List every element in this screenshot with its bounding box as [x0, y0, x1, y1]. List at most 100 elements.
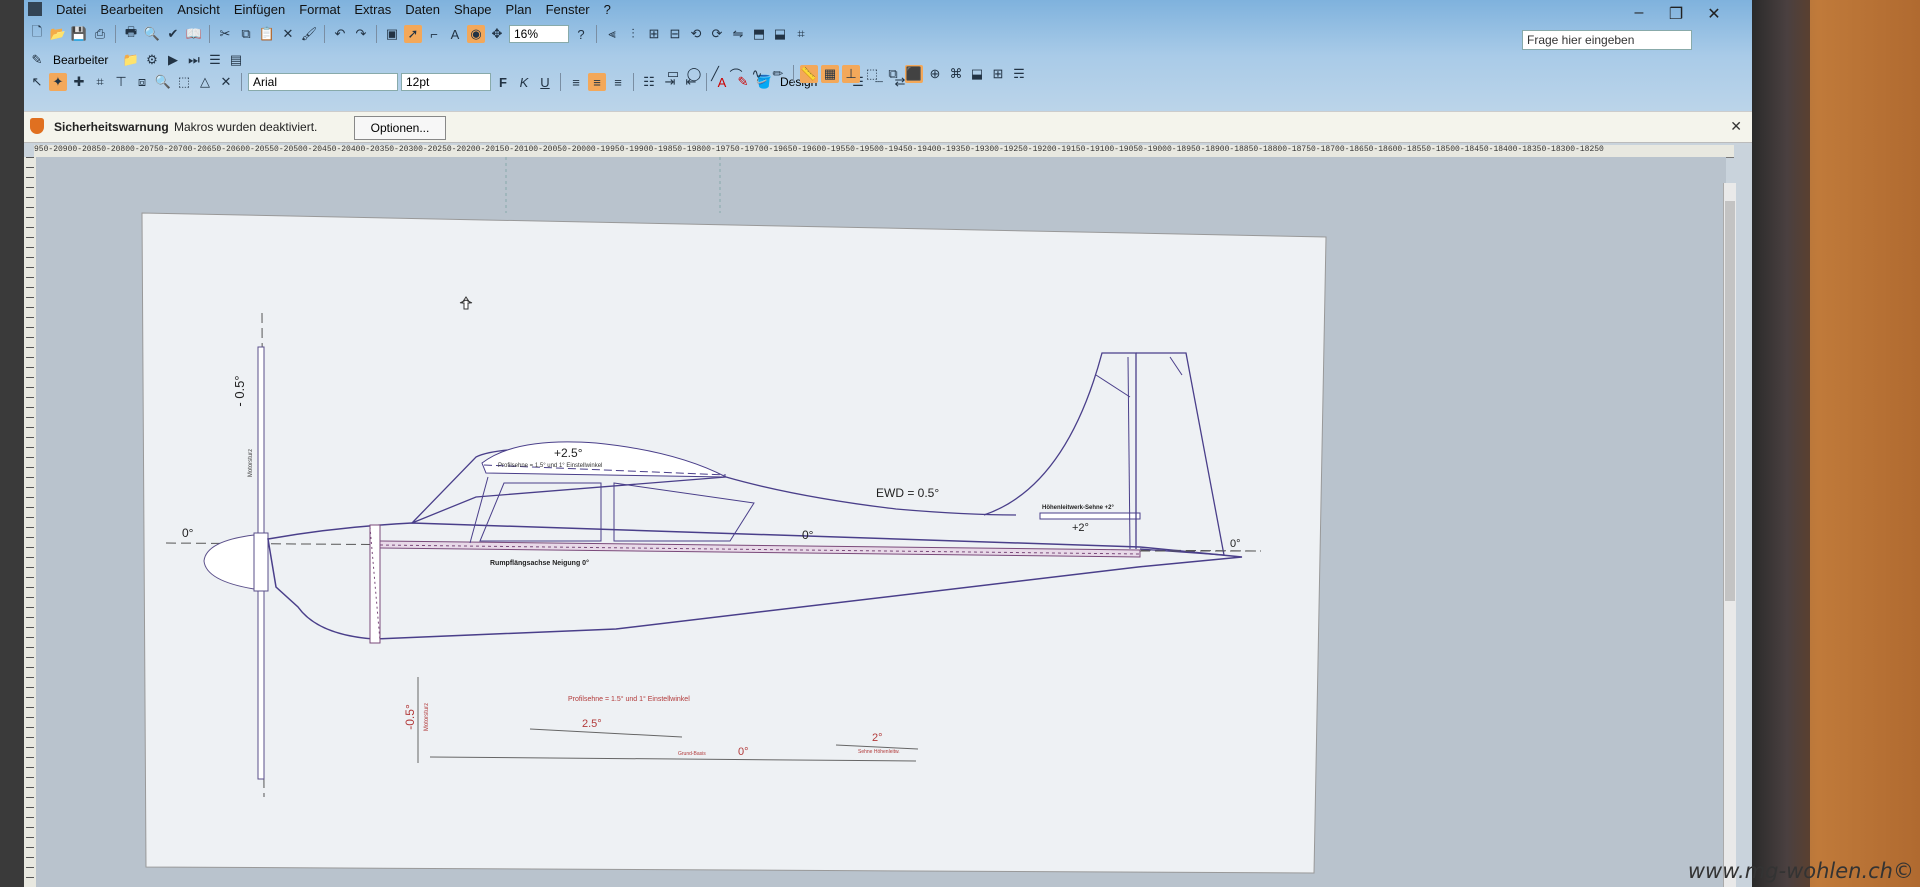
layer-props-icon[interactable]: ☴	[1010, 65, 1028, 83]
pan-icon[interactable]: ✥	[488, 25, 506, 43]
menu-fenster[interactable]: Fenster	[546, 2, 590, 20]
ruler-icon[interactable]: 📏	[800, 65, 818, 83]
layer-icon[interactable]: ⧈	[133, 73, 151, 91]
rectangle-select-icon[interactable]: ⬚	[175, 73, 193, 91]
vertical-scrollbar[interactable]	[1723, 183, 1736, 887]
menu-daten[interactable]: Daten	[405, 2, 440, 20]
spellcheck-icon[interactable]: ✔	[164, 25, 182, 43]
zoom-tool-icon[interactable]: 🔍	[154, 73, 172, 91]
line-tool-icon[interactable]: ╱	[706, 65, 724, 83]
help-search-input[interactable]: Frage hier eingeben	[1522, 30, 1692, 50]
menu-help[interactable]: ?	[604, 2, 611, 20]
step-icon[interactable]: ⏭	[185, 51, 203, 69]
select-icon[interactable]: ✦	[49, 73, 67, 91]
delete-shape-icon[interactable]: ✕	[217, 73, 235, 91]
format-painter-icon[interactable]: 🖌	[300, 25, 318, 43]
rotate-left-icon[interactable]: ⟲	[687, 25, 705, 43]
shape-data-icon[interactable]: ⊞	[989, 65, 1007, 83]
print-preview-icon[interactable]: 🔍	[143, 25, 161, 43]
glue-icon[interactable]: ⧉	[884, 65, 902, 83]
distribute-icon[interactable]: ⫶	[624, 25, 642, 43]
stencil-button[interactable]: Bearbeiter	[49, 51, 119, 69]
help-icon[interactable]: ?	[572, 25, 590, 43]
save-icon[interactable]: 💾	[70, 25, 88, 43]
redo-icon[interactable]: ↷	[352, 25, 370, 43]
research-icon[interactable]: 📖	[185, 25, 203, 43]
ruler-tick	[26, 207, 34, 208]
menu-bearbeiten[interactable]: Bearbeiten	[100, 2, 163, 20]
paste-icon[interactable]: 📋	[258, 25, 276, 43]
menu-ansicht[interactable]: Ansicht	[177, 2, 220, 20]
italic-button[interactable]: K	[515, 73, 533, 91]
triangle-icon[interactable]: △	[196, 73, 214, 91]
pointer-icon[interactable]: ↖	[28, 73, 46, 91]
underline-button[interactable]: U	[536, 73, 554, 91]
size-position-icon[interactable]: ⬓	[968, 65, 986, 83]
minimize-icon[interactable]: –	[1624, 4, 1654, 22]
folder-icon[interactable]: 📁	[122, 51, 140, 69]
font-size-select[interactable]: 12pt	[401, 73, 491, 91]
cut-icon[interactable]: ✂	[216, 25, 234, 43]
properties-icon[interactable]: ☰	[206, 51, 224, 69]
connector-tool-icon[interactable]: ⌐	[425, 25, 443, 43]
grid-icon[interactable]: ▦	[821, 65, 839, 83]
connection-point-icon[interactable]: ✚	[70, 73, 88, 91]
freeform-tool-icon[interactable]: ∿	[748, 65, 766, 83]
align-icon[interactable]: ⫷	[603, 25, 621, 43]
bring-front-icon[interactable]: ⬒	[750, 25, 768, 43]
edit-icon[interactable]: ✎	[28, 51, 46, 69]
scrollbar-thumb[interactable]	[1725, 201, 1735, 601]
hierarchy-icon[interactable]: ⊤	[112, 73, 130, 91]
guide-icon[interactable]: ⊥	[842, 65, 860, 83]
delete-icon[interactable]: ✕	[279, 25, 297, 43]
pointer-tool-icon[interactable]: ➚	[404, 25, 422, 43]
menu-extras[interactable]: Extras	[354, 2, 391, 20]
pan-zoom-icon[interactable]: ⌘	[947, 65, 965, 83]
run-icon[interactable]: ▶	[164, 51, 182, 69]
align-right-icon[interactable]: ≡	[609, 73, 627, 91]
dynamic-grid-icon[interactable]: ⬛	[905, 65, 923, 83]
close-security-bar-icon[interactable]: ✕	[1730, 118, 1742, 135]
font-select[interactable]: Arial	[248, 73, 398, 91]
app-icon[interactable]	[28, 2, 42, 16]
open-icon[interactable]: 📂	[49, 25, 67, 43]
flip-icon[interactable]: ⇋	[729, 25, 747, 43]
align-left-icon[interactable]: ≡	[567, 73, 585, 91]
macro-icon[interactable]: ⚙	[143, 51, 161, 69]
arc-tool-icon[interactable]: ⌒	[727, 65, 745, 83]
menu-shape[interactable]: Shape	[454, 2, 492, 20]
zoom-select[interactable]: 16%	[509, 25, 569, 43]
menu-datei[interactable]: Datei	[56, 2, 86, 20]
permission-icon[interactable]: ⎙	[91, 25, 109, 43]
bullets-icon[interactable]: ☷	[640, 73, 658, 91]
shapes-icon[interactable]: ▣	[383, 25, 401, 43]
menu-einfuegen[interactable]: Einfügen	[234, 2, 285, 20]
zoom-in-icon[interactable]: ⊕	[926, 65, 944, 83]
layout-icon[interactable]: ⌗	[792, 25, 810, 43]
drawing-canvas[interactable]: - 0.5° Motorsturz 0° +2.5° Profilsehne =…	[36, 157, 1726, 887]
copy-icon[interactable]: ⧉	[237, 25, 255, 43]
menu-format[interactable]: Format	[299, 2, 340, 20]
sheet-icon[interactable]: ▤	[227, 51, 245, 69]
ungroup-icon[interactable]: ⊟	[666, 25, 684, 43]
send-back-icon[interactable]: ⬓	[771, 25, 789, 43]
align-center-icon[interactable]: ≡	[588, 73, 606, 91]
stamp-icon[interactable]: ◉	[467, 25, 485, 43]
rotate-right-icon[interactable]: ⟳	[708, 25, 726, 43]
new-icon[interactable]: 🗋	[28, 24, 46, 43]
pencil-tool-icon[interactable]: ✏	[769, 65, 787, 83]
crop-icon[interactable]: ⌗	[91, 73, 109, 91]
options-button[interactable]: Optionen...	[354, 116, 446, 140]
ruler-tick	[26, 417, 34, 418]
snap-icon[interactable]: ⬚	[863, 65, 881, 83]
undo-icon[interactable]: ↶	[331, 25, 349, 43]
group-icon[interactable]: ⊞	[645, 25, 663, 43]
menu-plan[interactable]: Plan	[506, 2, 532, 20]
rectangle-tool-icon[interactable]: ▭	[664, 65, 682, 83]
bold-button[interactable]: F	[494, 73, 512, 91]
ellipse-tool-icon[interactable]: ◯	[685, 65, 703, 83]
restore-icon[interactable]: ❐	[1661, 4, 1691, 24]
close-icon[interactable]: ✕	[1699, 4, 1729, 24]
text-tool-icon[interactable]: A	[446, 25, 464, 43]
print-icon[interactable]: 🖶	[122, 24, 140, 43]
